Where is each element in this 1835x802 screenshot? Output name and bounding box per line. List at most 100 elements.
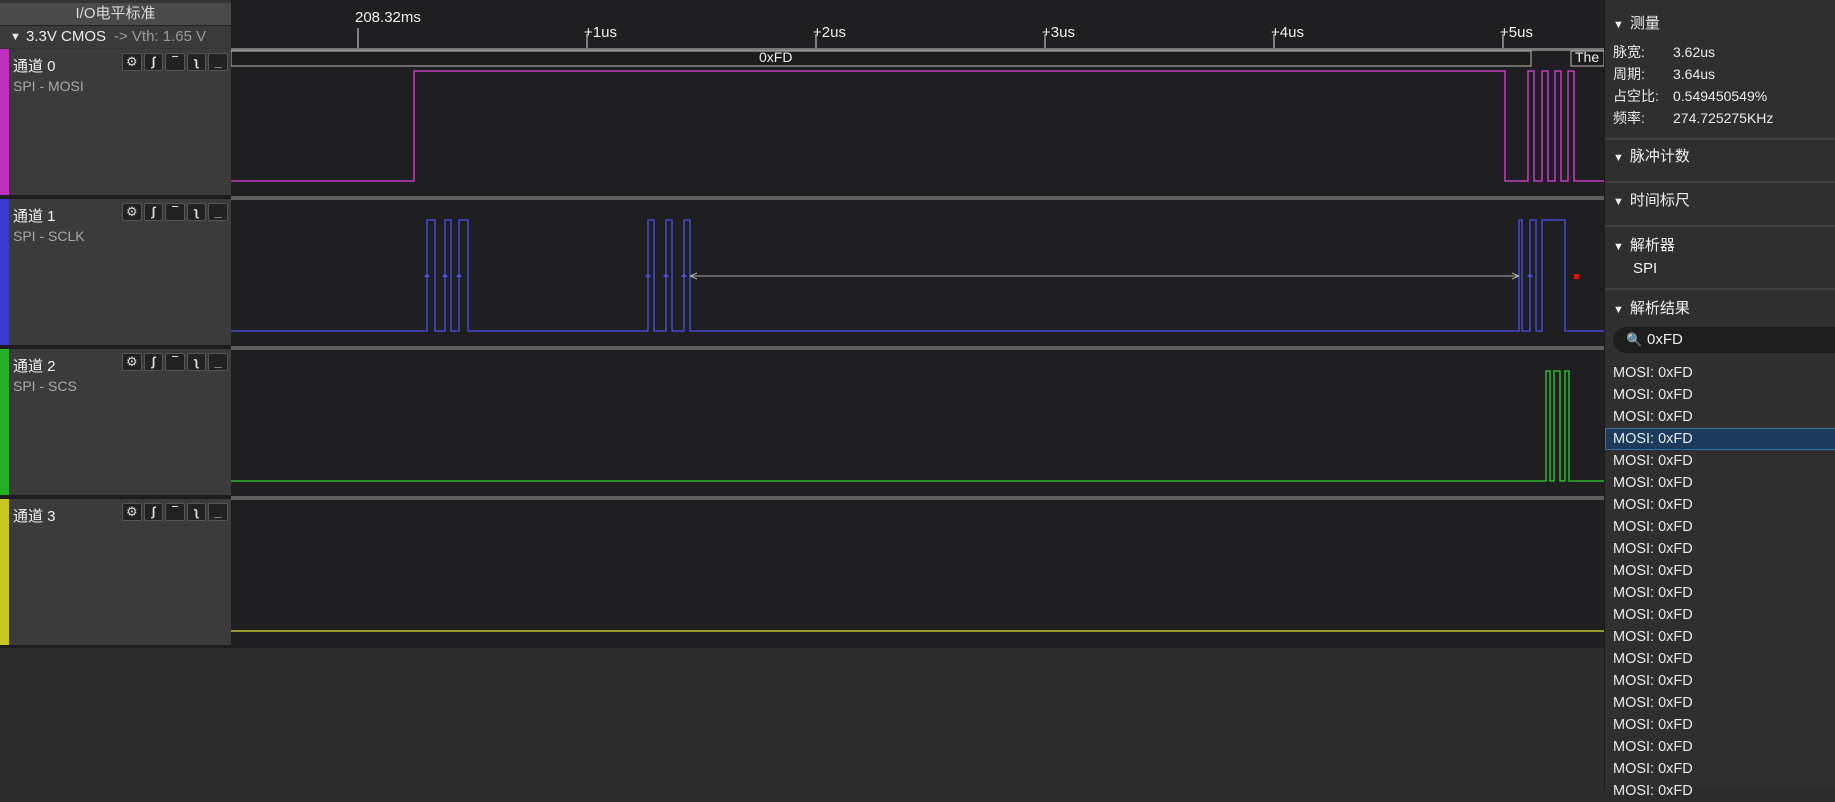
falling-edge-trigger-icon[interactable]: ʅ — [186, 53, 207, 71]
channel-3-header[interactable]: 通道 3 ⚙ ʃ ‾ ʅ _ — [0, 499, 231, 649]
rising-edge-trigger-icon[interactable]: ʃ — [143, 353, 164, 371]
result-row[interactable]: MOSI: 0xFD — [1605, 780, 1835, 802]
rising-edge-trigger-icon[interactable]: ʃ — [143, 53, 164, 71]
result-row[interactable]: MOSI: 0xFD — [1605, 736, 1835, 758]
result-row[interactable]: MOSI: 0xFD — [1605, 648, 1835, 670]
result-row[interactable]: MOSI: 0xFD — [1605, 560, 1835, 582]
time-ruler-section-header[interactable]: ▼ 时间标尺 — [1613, 189, 1690, 210]
analyzer-item-spi[interactable]: SPI — [1633, 260, 1657, 277]
waveform-area[interactable]: 208.32ms +1us +2us +3us +4us +5us 0xFD T… — [231, 0, 1604, 648]
channel-protocol: SPI - SCLK — [13, 228, 85, 244]
falling-edge-trigger-icon[interactable]: ʅ — [186, 203, 207, 221]
triangle-down-icon: ▼ — [1613, 304, 1624, 316]
result-row[interactable]: MOSI: 0xFD — [1605, 428, 1835, 450]
pulse-count-section-header[interactable]: ▼ 脉冲计数 — [1613, 145, 1690, 166]
result-row[interactable]: MOSI: 0xFD — [1605, 670, 1835, 692]
results-search-input[interactable]: 🔍 0xFD — [1613, 327, 1835, 353]
high-level-trigger-icon[interactable]: ‾ — [165, 203, 185, 221]
triangle-down-icon: ▼ — [10, 31, 21, 43]
section-divider — [1605, 181, 1835, 183]
triangle-down-icon: ▼ — [1613, 241, 1624, 253]
cursor-time-label: 208.32ms — [355, 9, 421, 26]
channel-0-waveform — [231, 70, 1604, 182]
channel-column: I/O电平标准 ▼ 3.3V CMOS -> Vth: 1.65 V 通道 0 … — [0, 0, 231, 649]
red-marker — [1574, 274, 1579, 279]
channel-2-header[interactable]: 通道 2 SPI - SCS ⚙ ʃ ‾ ʅ _ — [0, 349, 231, 499]
tick-label: +4us — [1271, 24, 1304, 41]
falling-edge-trigger-icon[interactable]: ʅ — [186, 503, 207, 521]
io-standard-select[interactable]: ▼ 3.3V CMOS -> Vth: 1.65 V — [0, 26, 231, 48]
channel-color-strip — [0, 199, 9, 345]
result-row[interactable]: MOSI: 0xFD — [1605, 582, 1835, 604]
result-row[interactable]: MOSI: 0xFD — [1605, 362, 1835, 384]
channel-separator — [231, 346, 1604, 350]
results-section-header[interactable]: ▼ 解析结果 — [1613, 297, 1690, 318]
channel-color-strip — [0, 349, 9, 495]
gear-icon[interactable]: ⚙ — [122, 203, 142, 221]
channel-name: 通道 2 — [13, 358, 56, 375]
result-row[interactable]: MOSI: 0xFD — [1605, 538, 1835, 560]
channel-name: 通道 0 — [13, 58, 56, 75]
result-row[interactable]: MOSI: 0xFD — [1605, 472, 1835, 494]
measure-duty-cycle: 占空比: 0.549450549% — [1613, 88, 1768, 104]
tick-label: +1us — [584, 24, 617, 41]
gear-icon[interactable]: ⚙ — [122, 353, 142, 371]
falling-edge-trigger-icon[interactable]: ʅ — [186, 353, 207, 371]
channel-color-strip — [0, 499, 9, 645]
result-row[interactable]: MOSI: 0xFD — [1605, 604, 1835, 626]
triangle-down-icon: ▼ — [1613, 19, 1624, 31]
rising-edge-trigger-icon[interactable]: ʃ — [143, 503, 164, 521]
triangle-down-icon: ▼ — [1613, 152, 1624, 164]
result-row[interactable]: MOSI: 0xFD — [1605, 450, 1835, 472]
section-divider — [1605, 288, 1835, 290]
channel-separator — [231, 196, 1604, 200]
channel-protocol: SPI - SCS — [13, 378, 77, 394]
right-panel: ▼ 测量 脉宽: 3.62us 周期: 3.64us 占空比: 0.549450549%… — [1604, 0, 1835, 799]
io-standard-value: 3.3V CMOS — [26, 28, 107, 45]
decode-frame-0xfd — [231, 50, 1532, 67]
low-level-trigger-icon[interactable]: _ — [208, 53, 228, 71]
high-level-trigger-icon[interactable]: ‾ — [165, 503, 185, 521]
search-icon: 🔍 — [1626, 332, 1643, 347]
channel-name: 通道 3 — [13, 508, 56, 525]
high-level-trigger-icon[interactable]: ‾ — [165, 353, 185, 371]
channel-color-strip — [0, 49, 9, 195]
measure-pulse-width: 脉宽: 3.62us — [1613, 44, 1716, 60]
low-level-trigger-icon[interactable]: _ — [208, 353, 228, 371]
decode-label-next[interactable]: The — [1575, 49, 1599, 65]
result-row[interactable]: MOSI: 0xFD — [1605, 406, 1835, 428]
tick-label: +3us — [1042, 24, 1075, 41]
result-row[interactable]: MOSI: 0xFD — [1605, 714, 1835, 736]
analyzer-section-header[interactable]: ▼ 解析器 — [1613, 234, 1675, 255]
section-divider — [1605, 138, 1835, 140]
tick-label: +2us — [813, 24, 846, 41]
section-divider — [1605, 225, 1835, 227]
result-row[interactable]: MOSI: 0xFD — [1605, 384, 1835, 406]
rising-edge-trigger-icon[interactable]: ʃ — [143, 203, 164, 221]
measure-section-header[interactable]: ▼ 测量 — [1613, 12, 1660, 33]
channel-separator — [231, 496, 1604, 500]
measure-frequency: 频率: 274.725275KHz — [1613, 110, 1774, 126]
decode-label[interactable]: 0xFD — [759, 49, 792, 65]
vth-value: -> Vth: 1.65 V — [114, 28, 207, 45]
result-row[interactable]: MOSI: 0xFD — [1605, 516, 1835, 538]
high-level-trigger-icon[interactable]: ‾ — [165, 53, 185, 71]
channel-protocol: SPI - MOSI — [13, 78, 84, 94]
result-row[interactable]: MOSI: 0xFD — [1605, 758, 1835, 780]
gear-icon[interactable]: ⚙ — [122, 53, 142, 71]
result-row[interactable]: MOSI: 0xFD — [1605, 692, 1835, 714]
low-level-trigger-icon[interactable]: _ — [208, 203, 228, 221]
channel-name: 通道 1 — [13, 208, 56, 225]
channel-0-header[interactable]: 通道 0 SPI - MOSI ⚙ ʃ ‾ ʅ _ — [0, 49, 231, 199]
channel-1-header[interactable]: 通道 1 SPI - SCLK ⚙ ʃ ‾ ʅ _ — [0, 199, 231, 349]
low-level-trigger-icon[interactable]: _ — [208, 503, 228, 521]
waveform-canvas[interactable] — [231, 0, 1604, 648]
result-row[interactable]: MOSI: 0xFD — [1605, 494, 1835, 516]
results-list[interactable]: MOSI: 0xFD MOSI: 0xFD MOSI: 0xFD MOSI: 0xFD… — [1605, 362, 1835, 802]
gear-icon[interactable]: ⚙ — [122, 503, 142, 521]
io-standard-title: I/O电平标准 — [0, 3, 231, 26]
measure-period: 周期: 3.64us — [1613, 66, 1716, 82]
result-row[interactable]: MOSI: 0xFD — [1605, 626, 1835, 648]
channel-2-waveform — [231, 370, 1604, 482]
empty-area — [0, 648, 1604, 790]
